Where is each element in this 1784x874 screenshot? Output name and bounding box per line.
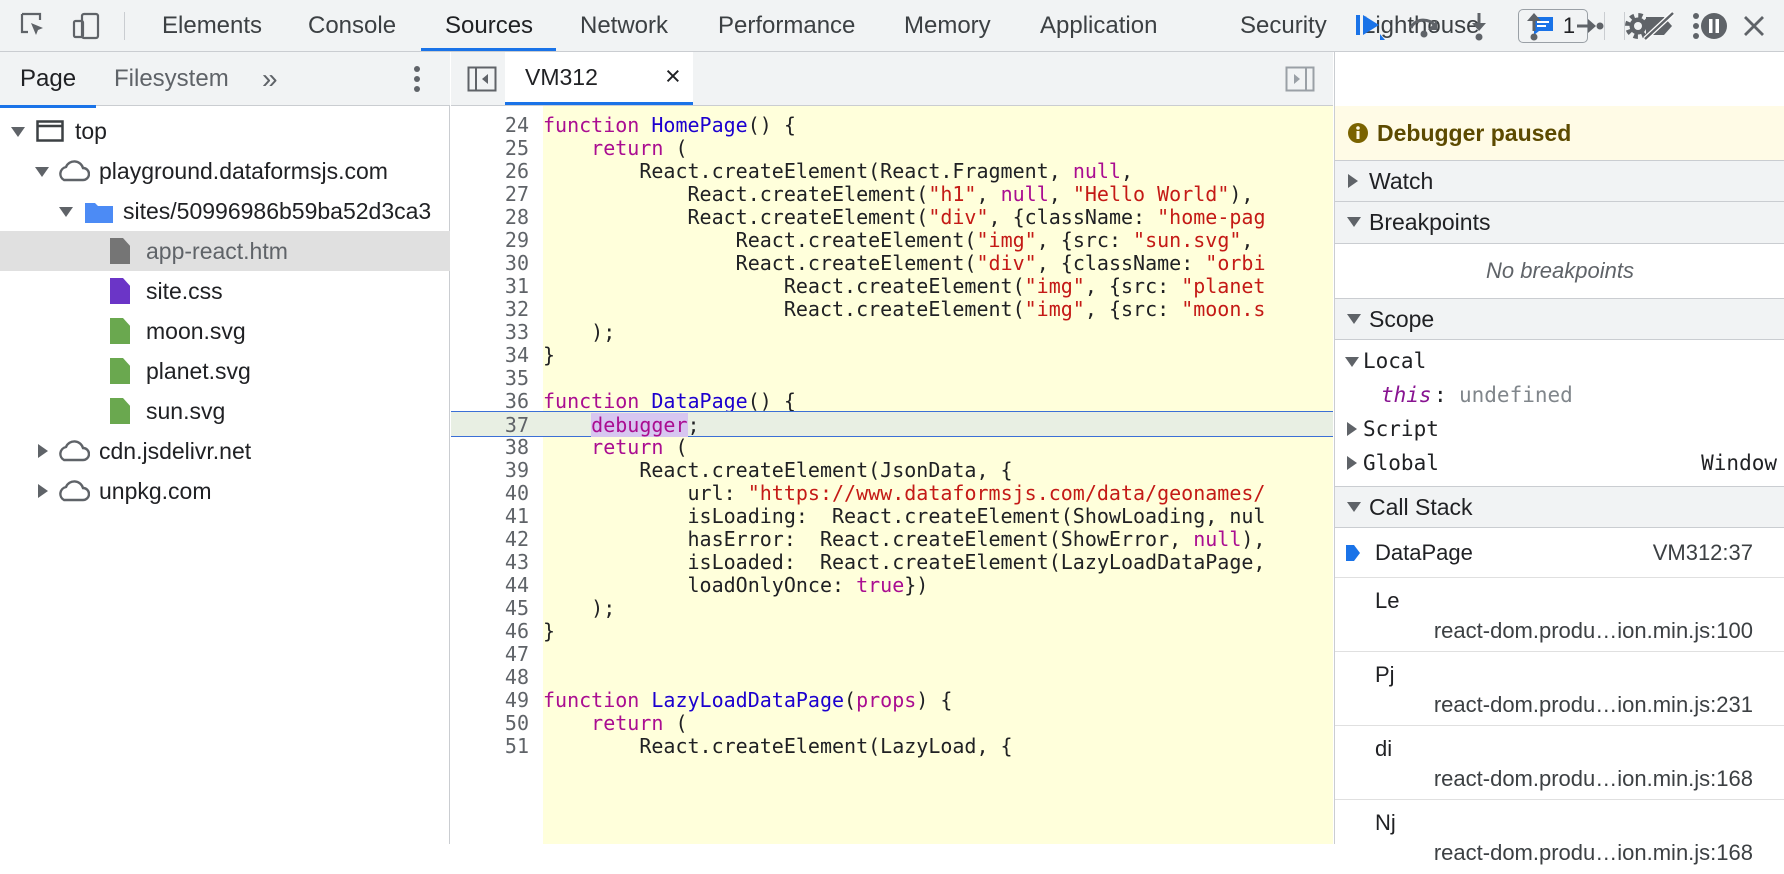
- tab-filesystem[interactable]: Filesystem: [114, 52, 229, 105]
- collapse-arrow-icon: [1347, 422, 1357, 436]
- tab-memory[interactable]: Memory: [892, 0, 1003, 51]
- tree-item-domain[interactable]: cdn.jsdelivr.net: [0, 431, 450, 471]
- debugger-sidebar: Debugger paused Watch Breakpoints No bre…: [1334, 52, 1784, 865]
- close-tab-icon[interactable]: ×: [665, 61, 681, 92]
- expand-arrow-icon: [1347, 502, 1361, 512]
- collapse-arrow-icon: [38, 484, 48, 498]
- pause-on-exceptions-icon[interactable]: [1694, 8, 1734, 44]
- tab-network[interactable]: Network: [568, 0, 680, 51]
- debugger-controls: [1334, 0, 1784, 52]
- inspect-element-icon[interactable]: [16, 8, 52, 44]
- resume-icon[interactable]: [1350, 8, 1390, 44]
- more-tabs-chevron-icon[interactable]: »: [262, 52, 278, 105]
- collapse-arrow-icon: [38, 444, 48, 458]
- editor-tab-strip: VM312 ×: [451, 52, 1333, 106]
- call-frame[interactable]: Nj react-dom.produ…ion.min.js:168: [1335, 800, 1784, 874]
- line-number[interactable]: 51: [451, 733, 529, 759]
- deactivate-breakpoints-icon[interactable]: [1640, 8, 1680, 44]
- expand-arrow-icon: [1347, 314, 1361, 324]
- code-line: 51 React.createElement(LazyLoad, {: [451, 733, 1333, 759]
- tree-item-file[interactable]: site.css: [0, 271, 450, 311]
- step-into-icon[interactable]: [1459, 8, 1499, 44]
- tree-item-top[interactable]: top: [0, 111, 450, 151]
- watch-section-header[interactable]: Watch: [1335, 160, 1784, 202]
- call-frame[interactable]: di react-dom.produ…ion.min.js:168: [1335, 726, 1784, 800]
- editor-pane: VM312 × 24 function HomePage() {25 return…: [451, 52, 1333, 844]
- scope-local[interactable]: Local: [1335, 344, 1784, 378]
- expand-arrow-icon: [35, 167, 49, 177]
- scope-this-variable: this : undefined: [1381, 383, 1573, 407]
- tree-item-folder[interactable]: sites/50996986b59ba52d3ca3: [0, 191, 450, 231]
- tab-performance[interactable]: Performance: [706, 0, 867, 51]
- tab-page[interactable]: Page: [0, 52, 97, 108]
- debugger-paused-banner: Debugger paused: [1335, 106, 1784, 161]
- editor-tab-vm312[interactable]: VM312 ×: [505, 52, 693, 105]
- call-stack-section-header[interactable]: Call Stack: [1335, 486, 1784, 528]
- folder-icon: [85, 203, 113, 223]
- expand-arrow-icon: [1347, 217, 1361, 227]
- tree-item-file[interactable]: sun.svg: [0, 391, 450, 431]
- collapse-arrow-icon: [1348, 174, 1358, 188]
- no-breakpoints-text: No breakpoints: [1486, 258, 1634, 283]
- toggle-navigator-icon[interactable]: [467, 66, 497, 97]
- tab-sources[interactable]: Sources: [421, 0, 556, 51]
- tab-elements[interactable]: Elements: [150, 0, 274, 51]
- tree-item-file[interactable]: planet.svg: [0, 351, 450, 391]
- collapse-arrow-icon: [1347, 456, 1357, 470]
- tree-item-domain[interactable]: playground.dataformsjs.com: [0, 151, 450, 191]
- file-html-icon: [110, 238, 130, 264]
- call-frame[interactable]: Le react-dom.produ…ion.min.js:100: [1335, 578, 1784, 652]
- step-out-icon[interactable]: [1514, 8, 1554, 44]
- expand-arrow-icon: [59, 207, 73, 217]
- file-image-icon: [110, 358, 130, 384]
- tree-item-domain[interactable]: unpkg.com: [0, 471, 450, 511]
- scope-section-header[interactable]: Scope: [1335, 298, 1784, 340]
- current-frame-arrow-icon: [1346, 545, 1360, 561]
- expand-arrow-icon: [1345, 357, 1359, 367]
- code-text: React.createElement(LazyLoad, {: [543, 734, 1013, 758]
- device-toolbar-icon[interactable]: [68, 8, 104, 44]
- file-image-icon: [110, 318, 130, 344]
- tree-item-file[interactable]: app-react.htm: [0, 231, 450, 271]
- toggle-debugger-icon[interactable]: [1285, 66, 1315, 97]
- expand-arrow-icon: [11, 127, 25, 137]
- step-over-icon[interactable]: [1404, 8, 1444, 44]
- call-frame-current[interactable]: DataPage VM312:37: [1335, 528, 1784, 578]
- scope-script[interactable]: Script: [1335, 412, 1784, 446]
- step-icon[interactable]: [1570, 8, 1610, 44]
- tab-security[interactable]: Security: [1228, 0, 1339, 51]
- info-icon: [1348, 123, 1368, 143]
- tab-application[interactable]: Application: [1028, 0, 1169, 51]
- call-frame[interactable]: Pj react-dom.produ…ion.min.js:231: [1335, 652, 1784, 726]
- code-editor[interactable]: 24 function HomePage() {25 return (26 Rea…: [451, 106, 1333, 844]
- scope-global[interactable]: Global Window: [1335, 446, 1784, 480]
- tree-item-file[interactable]: moon.svg: [0, 311, 450, 351]
- file-image-icon: [110, 398, 130, 424]
- cloud-icon: [59, 160, 90, 182]
- breakpoints-section-header[interactable]: Breakpoints: [1335, 202, 1784, 244]
- cloud-icon: [59, 440, 90, 462]
- navigator-menu-icon[interactable]: [412, 64, 422, 99]
- cloud-icon: [59, 480, 90, 502]
- navigator-pane: Page Filesystem » top playground.datafor…: [0, 52, 450, 844]
- file-css-icon: [110, 278, 130, 304]
- tab-console[interactable]: Console: [296, 0, 408, 51]
- frame-icon: [36, 120, 64, 142]
- navigator-tabs: Page Filesystem »: [0, 52, 450, 108]
